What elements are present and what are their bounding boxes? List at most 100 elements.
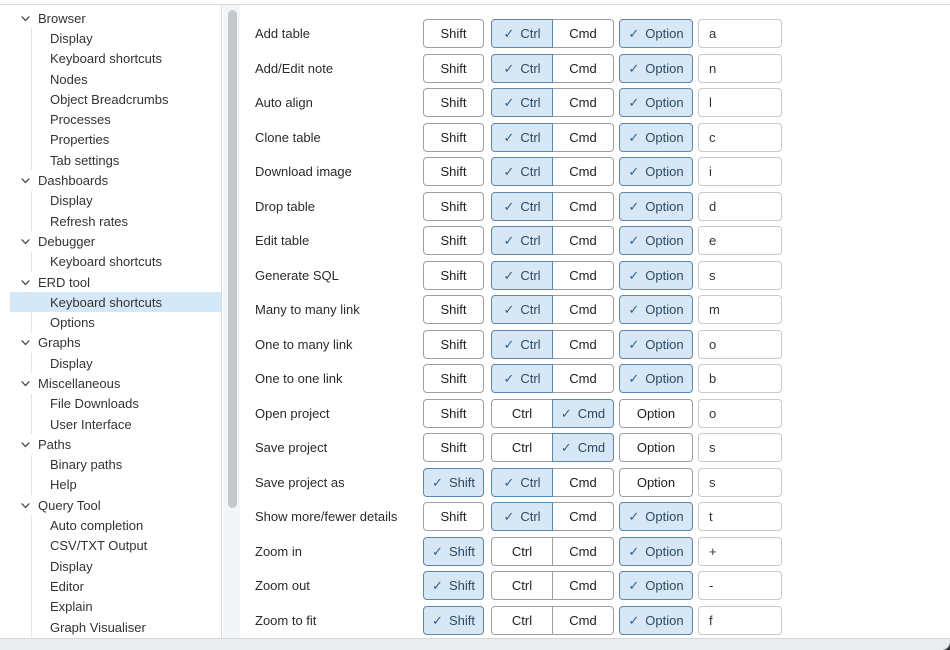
- sidebar-item-csv-txt-output[interactable]: CSV/TXT Output: [10, 536, 221, 556]
- option-toggle-button[interactable]: ✓Option: [619, 192, 693, 221]
- cmd-toggle-button[interactable]: Cmd: [552, 88, 614, 117]
- cmd-toggle-button[interactable]: ✓Cmd: [552, 399, 614, 428]
- shortcut-key-input[interactable]: [698, 571, 782, 600]
- sidebar-item-refresh-rates[interactable]: Refresh rates: [10, 211, 221, 231]
- sidebar-item-explain[interactable]: Explain: [10, 597, 221, 617]
- sidebar-item-erd-tool[interactable]: ERD tool: [10, 272, 221, 292]
- shortcut-key-input[interactable]: [698, 226, 782, 255]
- cmd-toggle-button[interactable]: ✓Cmd: [552, 433, 614, 462]
- shift-toggle-button[interactable]: Shift: [423, 157, 484, 186]
- shortcut-key-input[interactable]: [698, 537, 782, 566]
- ctrl-toggle-button[interactable]: ✓Ctrl: [491, 192, 553, 221]
- ctrl-toggle-button[interactable]: ✓Ctrl: [491, 295, 553, 324]
- shift-toggle-button[interactable]: ✓Shift: [423, 606, 484, 635]
- cmd-toggle-button[interactable]: Cmd: [552, 364, 614, 393]
- ctrl-toggle-button[interactable]: Ctrl: [491, 606, 553, 635]
- shift-toggle-button[interactable]: Shift: [423, 502, 484, 531]
- sidebar-item-dashboards[interactable]: Dashboards: [10, 170, 221, 190]
- sidebar-item-editor[interactable]: Editor: [10, 576, 221, 596]
- sidebar-item-binary-paths[interactable]: Binary paths: [10, 455, 221, 475]
- shortcut-key-input[interactable]: [698, 261, 782, 290]
- shortcut-key-input[interactable]: [698, 157, 782, 186]
- option-toggle-button[interactable]: ✓Option: [619, 295, 693, 324]
- cmd-toggle-button[interactable]: Cmd: [552, 54, 614, 83]
- ctrl-toggle-button[interactable]: ✓Ctrl: [491, 364, 553, 393]
- shortcut-key-input[interactable]: [698, 399, 782, 428]
- shift-toggle-button[interactable]: Shift: [423, 295, 484, 324]
- ctrl-toggle-button[interactable]: ✓Ctrl: [491, 123, 553, 152]
- shift-toggle-button[interactable]: Shift: [423, 364, 484, 393]
- ctrl-toggle-button[interactable]: ✓Ctrl: [491, 330, 553, 359]
- option-toggle-button[interactable]: ✓Option: [619, 606, 693, 635]
- chevron-down-icon[interactable]: [20, 13, 31, 24]
- option-toggle-button[interactable]: ✓Option: [619, 330, 693, 359]
- sidebar-item-object-breadcrumbs[interactable]: Object Breadcrumbs: [10, 89, 221, 109]
- cmd-toggle-button[interactable]: Cmd: [552, 295, 614, 324]
- sidebar-item-auto-completion[interactable]: Auto completion: [10, 515, 221, 535]
- shift-toggle-button[interactable]: ✓Shift: [423, 537, 484, 566]
- sidebar-item-properties[interactable]: Properties: [10, 130, 221, 150]
- option-toggle-button[interactable]: ✓Option: [619, 364, 693, 393]
- chevron-down-icon[interactable]: [20, 500, 31, 511]
- cmd-toggle-button[interactable]: Cmd: [552, 19, 614, 48]
- sidebar-item-user-interface[interactable]: User Interface: [10, 414, 221, 434]
- shift-toggle-button[interactable]: Shift: [423, 54, 484, 83]
- sidebar-item-graphs[interactable]: Graphs: [10, 333, 221, 353]
- chevron-down-icon[interactable]: [20, 337, 31, 348]
- cmd-toggle-button[interactable]: Cmd: [552, 468, 614, 497]
- sidebar-item-keyboard-shortcuts[interactable]: Keyboard shortcuts: [10, 292, 221, 312]
- sidebar-item-graph-visualiser[interactable]: Graph Visualiser: [10, 617, 221, 637]
- sidebar-item-keyboard-shortcuts[interactable]: Keyboard shortcuts: [10, 49, 221, 69]
- cmd-toggle-button[interactable]: Cmd: [552, 123, 614, 152]
- sidebar-item-display[interactable]: Display: [10, 556, 221, 576]
- sidebar-scrollbar-thumb[interactable]: [228, 10, 237, 508]
- chevron-down-icon[interactable]: [20, 277, 31, 288]
- sidebar-item-options[interactable]: Options: [10, 312, 221, 332]
- shift-toggle-button[interactable]: Shift: [423, 433, 484, 462]
- chevron-down-icon[interactable]: [20, 236, 31, 247]
- option-toggle-button[interactable]: ✓Option: [619, 19, 693, 48]
- option-toggle-button[interactable]: ✓Option: [619, 261, 693, 290]
- shift-toggle-button[interactable]: ✓Shift: [423, 571, 484, 600]
- cmd-toggle-button[interactable]: Cmd: [552, 606, 614, 635]
- shortcut-key-input[interactable]: [698, 123, 782, 152]
- ctrl-toggle-button[interactable]: Ctrl: [491, 399, 553, 428]
- option-toggle-button[interactable]: ✓Option: [619, 502, 693, 531]
- sidebar-item-tab-settings[interactable]: Tab settings: [10, 150, 221, 170]
- shortcut-key-input[interactable]: [698, 88, 782, 117]
- shift-toggle-button[interactable]: Shift: [423, 19, 484, 48]
- cmd-toggle-button[interactable]: Cmd: [552, 261, 614, 290]
- ctrl-toggle-button[interactable]: ✓Ctrl: [491, 226, 553, 255]
- cmd-toggle-button[interactable]: Cmd: [552, 226, 614, 255]
- ctrl-toggle-button[interactable]: Ctrl: [491, 537, 553, 566]
- option-toggle-button[interactable]: ✓Option: [619, 571, 693, 600]
- shortcut-key-input[interactable]: [698, 606, 782, 635]
- shortcut-key-input[interactable]: [698, 330, 782, 359]
- sidebar-item-help[interactable]: Help: [10, 475, 221, 495]
- ctrl-toggle-button[interactable]: ✓Ctrl: [491, 261, 553, 290]
- sidebar-scrollbar-track[interactable]: [223, 5, 240, 638]
- option-toggle-button[interactable]: ✓Option: [619, 537, 693, 566]
- shortcut-key-input[interactable]: [698, 364, 782, 393]
- option-toggle-button[interactable]: Option: [619, 399, 693, 428]
- option-toggle-button[interactable]: Option: [619, 433, 693, 462]
- cmd-toggle-button[interactable]: Cmd: [552, 537, 614, 566]
- shortcut-key-input[interactable]: [698, 502, 782, 531]
- ctrl-toggle-button[interactable]: Ctrl: [491, 433, 553, 462]
- ctrl-toggle-button[interactable]: ✓Ctrl: [491, 468, 553, 497]
- ctrl-toggle-button[interactable]: ✓Ctrl: [491, 54, 553, 83]
- shortcut-key-input[interactable]: [698, 433, 782, 462]
- shift-toggle-button[interactable]: Shift: [423, 192, 484, 221]
- sidebar-item-keyboard-shortcuts[interactable]: Keyboard shortcuts: [10, 252, 221, 272]
- chevron-down-icon[interactable]: [20, 378, 31, 389]
- option-toggle-button[interactable]: ✓Option: [619, 226, 693, 255]
- shortcut-key-input[interactable]: [698, 192, 782, 221]
- cmd-toggle-button[interactable]: Cmd: [552, 330, 614, 359]
- cmd-toggle-button[interactable]: Cmd: [552, 192, 614, 221]
- chevron-down-icon[interactable]: [20, 175, 31, 186]
- shift-toggle-button[interactable]: Shift: [423, 123, 484, 152]
- cmd-toggle-button[interactable]: Cmd: [552, 157, 614, 186]
- sidebar-item-debugger[interactable]: Debugger: [10, 231, 221, 251]
- cmd-toggle-button[interactable]: Cmd: [552, 571, 614, 600]
- option-toggle-button[interactable]: ✓Option: [619, 123, 693, 152]
